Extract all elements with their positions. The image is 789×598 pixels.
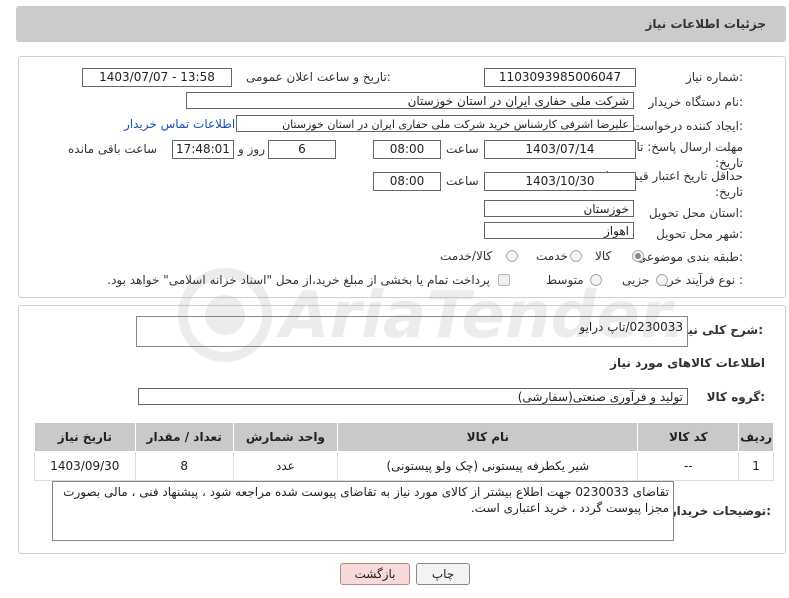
announce-label: تاریخ و ساعت اعلان عمومی:	[246, 70, 391, 84]
price-time-label: ساعت	[446, 174, 479, 188]
col-qty: تعداد / مقدار	[134, 422, 234, 452]
creator-label: ایجاد کننده درخواست:	[632, 119, 743, 133]
col-date: تاریخ نیاز	[34, 422, 136, 452]
print-button[interactable]: چاپ	[416, 563, 470, 585]
goods-table-header: ردیف کد کالا نام کالا واحد شمارش تعداد /…	[34, 422, 774, 452]
cell-name: شیر یکطرفه پیستونی (چک ولو پیستونی)	[337, 451, 639, 481]
back-button[interactable]: بازگشت	[340, 563, 410, 585]
reply-date-field: 1403/07/14	[484, 140, 636, 159]
watermark-text: AriaTender.neT	[275, 279, 690, 353]
col-unit: واحد شمارش	[232, 422, 339, 452]
reply-time-field: 08:00	[373, 140, 441, 159]
buyer-org-label: نام دستگاه خریدار:	[648, 95, 744, 109]
buyer-notes-field: تقاضای 0230033 جهت اطلاع بیشتر از کالای …	[52, 481, 674, 541]
cell-code: --	[637, 451, 740, 481]
remaining-label: ساعت باقی مانده	[68, 142, 158, 156]
cell-date: 1403/09/30	[34, 451, 136, 481]
ariatender-watermark: AriaTender.neT	[178, 268, 690, 362]
reply-deadline-label: مهلت ارسال پاسخ: تا تاریخ:	[636, 140, 743, 170]
days-field: 6	[268, 140, 336, 159]
buyer-notes-label: توضیحات خریدار:	[669, 504, 771, 518]
cell-unit: عدد	[232, 451, 339, 481]
need-number-field: 1103093985006047	[484, 68, 636, 87]
col-code: کد کالا	[637, 422, 740, 452]
goods-table: ردیف کد کالا نام کالا واحد شمارش تعداد /…	[34, 422, 774, 481]
table-row: 1 -- شیر یکطرفه پیستونی (چک ولو پیستونی)…	[34, 451, 774, 481]
watermark-logo-core	[205, 295, 245, 335]
announce-field: 1403/07/07 - 13:58	[82, 68, 232, 87]
city-field: اهواز	[484, 222, 634, 239]
cell-row: 1	[738, 451, 774, 481]
province-label: استان محل تحویل:	[648, 206, 743, 220]
price-time-field: 08:00	[373, 172, 441, 191]
days-label: روز و	[238, 142, 265, 156]
buyer-org-field: شرکت ملی حفاری ایران در استان خوزستان	[186, 92, 634, 109]
goods-group-field: تولید و فرآوری صنعتی(سفارشی)	[138, 388, 688, 405]
price-date-field: 1403/10/30	[484, 172, 636, 191]
reply-time-label: ساعت	[446, 142, 479, 156]
buyer-contact-link[interactable]: اطلاعات تماس خریدار	[124, 117, 235, 131]
remaining-time-field: 17:48:01	[172, 140, 234, 159]
need-number-label: شماره نیاز:	[685, 70, 743, 84]
goods-group-label: گروه کالا:	[706, 390, 765, 404]
page-header: جزئیات اطلاعات نیاز	[16, 6, 786, 42]
page-title: جزئیات اطلاعات نیاز	[645, 17, 766, 31]
cell-qty: 8	[134, 451, 234, 481]
province-field: خوزستان	[484, 200, 634, 217]
col-name: نام کالا	[337, 422, 639, 452]
creator-field: علیرضا اشرفی کارشناس خرید شرکت ملی حفاری…	[236, 115, 634, 132]
col-row: ردیف	[738, 422, 774, 452]
city-label: شهر محل تحویل:	[656, 227, 743, 241]
